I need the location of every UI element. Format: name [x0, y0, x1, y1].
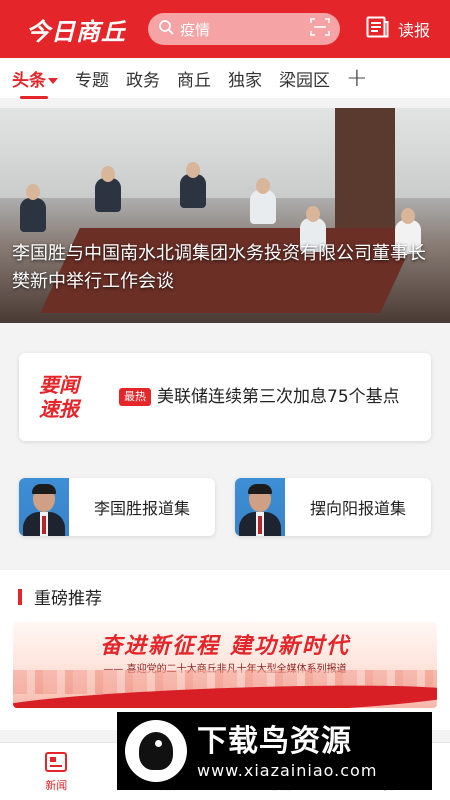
- watermark-overlay: 下载鸟资源 www.xiazainiao.com: [117, 712, 432, 790]
- portrait-photo: [19, 478, 69, 536]
- active-tab-indicator: [20, 95, 48, 99]
- hero-photo-face: [26, 184, 40, 200]
- news-flash-brand: 要闻 速报: [19, 373, 119, 421]
- report-collection-card[interactable]: 摆向阳报道集: [235, 478, 431, 536]
- report-collection-card[interactable]: 李国胜报道集: [19, 478, 215, 536]
- hero-photo-person: [20, 198, 46, 232]
- watermark-url: www.xiazainiao.com: [197, 760, 378, 780]
- portrait-photo: [235, 478, 285, 536]
- news-flash-body: 最热 美联储连续第三次加息75个基点: [119, 384, 431, 410]
- hero-caption: 李国胜与中国南水北调集团水务投资有限公司董事长樊新中举行工作会谈: [12, 243, 426, 292]
- section-title-text: 重磅推荐: [34, 589, 102, 609]
- watermark-title: 下载鸟资源: [197, 723, 352, 759]
- recommend-section: 重磅推荐 奋进新征程 建功新时代 —— 喜迎党的二十大商丘非凡十年大型全媒体系列…: [0, 570, 450, 730]
- hero-banner[interactable]: 李国胜与中国南水北调集团水务投资有限公司董事长樊新中举行工作会谈: [0, 108, 450, 323]
- category-tabs: 头条 专题 政务 商丘 独家 梁园区 +: [0, 58, 450, 99]
- report-collections: 李国胜报道集 摆向阳报道集: [19, 478, 431, 536]
- news-flash-brand-line: 速报: [39, 397, 79, 421]
- search-input[interactable]: 疫情: [180, 19, 310, 40]
- watermark-text: 下载鸟资源 www.xiazainiao.com: [197, 723, 377, 780]
- hero-photo-person: [95, 178, 121, 212]
- search-icon: [158, 19, 174, 39]
- news-flash-brand-line: 要闻: [39, 373, 79, 397]
- caret-down-icon: [48, 77, 58, 84]
- hot-badge: 最热: [119, 388, 151, 406]
- recommend-banner[interactable]: 奋进新征程 建功新时代 —— 喜迎党的二十大商丘非凡十年大型全媒体系列报道: [13, 622, 437, 708]
- nav-label: 新闻: [45, 778, 68, 792]
- tab-label: 头条: [12, 70, 46, 91]
- tab-shangqiu[interactable]: 商丘: [177, 66, 211, 91]
- newspaper-icon: [366, 16, 390, 42]
- app-logo[interactable]: 今日商丘: [26, 12, 126, 47]
- scan-icon[interactable]: [310, 18, 330, 40]
- news-flash-headline[interactable]: 美联储连续第三次加息75个基点: [157, 387, 400, 407]
- read-paper-button[interactable]: 读报: [366, 16, 430, 42]
- nav-news[interactable]: 新闻: [0, 743, 113, 800]
- news-icon: [45, 751, 68, 772]
- hero-photo-face: [256, 178, 270, 194]
- search-bar[interactable]: 疫情: [148, 13, 340, 45]
- hero-photo-face: [101, 166, 115, 182]
- hero-photo-face: [306, 206, 320, 222]
- banner-slogan: 奋进新征程 建功新时代: [100, 633, 350, 659]
- tab-government[interactable]: 政务: [126, 66, 160, 91]
- tab-exclusive[interactable]: 独家: [228, 66, 262, 91]
- report-collection-label: 李国胜报道集: [93, 499, 190, 518]
- hero-photo-face: [401, 208, 415, 224]
- add-channel-icon[interactable]: +: [346, 63, 368, 93]
- hero-photo-door: [335, 108, 395, 228]
- hero-photo-person: [250, 190, 276, 224]
- top-header: 今日商丘 疫情 读报: [0, 0, 450, 58]
- section-title-bar: [18, 588, 22, 605]
- news-flash-card[interactable]: 要闻 速报 最热 美联储连续第三次加息75个基点: [19, 353, 431, 441]
- tab-special[interactable]: 专题: [75, 66, 109, 91]
- read-paper-label: 读报: [398, 21, 431, 40]
- bird-logo-icon: [125, 720, 187, 782]
- hero-photo-person: [180, 174, 206, 208]
- report-collection-label: 摆向阳报道集: [309, 499, 406, 518]
- section-title: 重磅推荐: [18, 584, 102, 609]
- tab-liangyuan[interactable]: 梁园区: [279, 66, 330, 91]
- hero-photo-face: [186, 162, 200, 178]
- tab-headlines[interactable]: 头条: [12, 66, 58, 99]
